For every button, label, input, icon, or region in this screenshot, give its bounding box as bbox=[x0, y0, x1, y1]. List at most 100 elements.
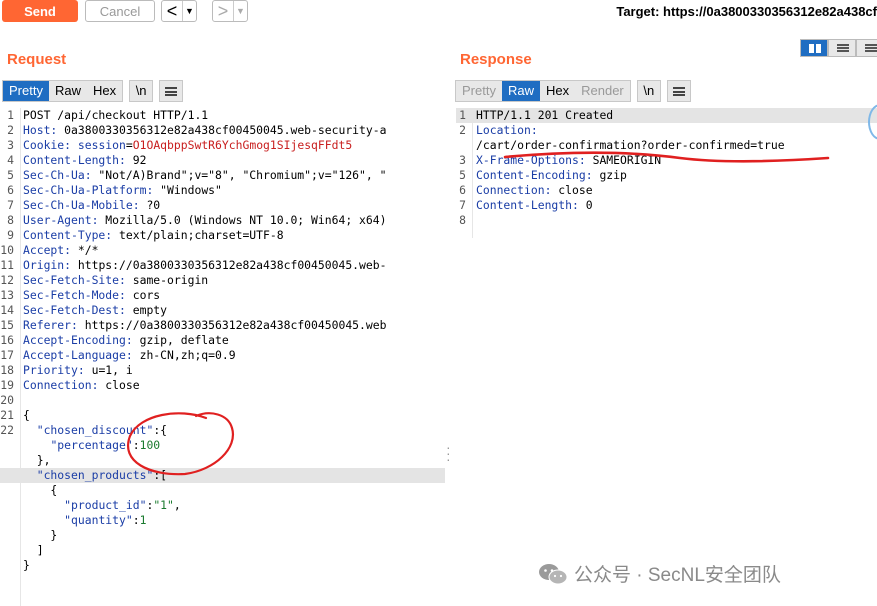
pane-resize-handle-icon[interactable]: · · · bbox=[446, 440, 451, 466]
line-text: X-Frame-Options: SAMEORIGIN bbox=[476, 153, 662, 167]
request-line: "percentage":100 bbox=[0, 438, 445, 453]
line-number: 3 bbox=[459, 153, 466, 167]
line-number: 17 bbox=[0, 348, 14, 362]
request-line: 18 Priority: u=1, i bbox=[0, 363, 445, 378]
line-number bbox=[0, 543, 20, 558]
line-number: 3 bbox=[7, 138, 14, 152]
line-number: 4 bbox=[7, 153, 14, 167]
pane-divider[interactable] bbox=[446, 105, 454, 606]
response-menu-button[interactable] bbox=[666, 80, 691, 102]
line-text: Accept: */* bbox=[23, 243, 99, 257]
back-dropdown-icon[interactable]: ▼ bbox=[182, 1, 196, 21]
watermark: 公众号 · SecNL安全团队 bbox=[538, 560, 781, 587]
request-line: "quantity":1 bbox=[0, 513, 445, 528]
line-number: 1 bbox=[459, 108, 466, 122]
line-number: 8 bbox=[7, 213, 14, 227]
request-line: 9 Content-Type: text/plain;charset=UTF-8 bbox=[0, 228, 445, 243]
line-text: Host: 0a3800330356312e82a438cf00450045.w… bbox=[23, 123, 387, 137]
send-button[interactable]: Send bbox=[2, 0, 78, 22]
line-text: { bbox=[23, 483, 58, 497]
response-line: 8 bbox=[456, 213, 877, 228]
target-url[interactable]: Target: https://0a3800330356312e82a438cf bbox=[616, 4, 877, 19]
line-text: } bbox=[23, 528, 58, 542]
request-line: 16 Accept-Encoding: gzip, deflate bbox=[0, 333, 445, 348]
line-text: Origin: https://0a3800330356312e82a438cf… bbox=[23, 258, 387, 272]
response-editor[interactable]: 1 HTTP/1.1 201 Created 2 Location:/cart/ord… bbox=[456, 108, 877, 228]
forward-arrow-icon[interactable]: > bbox=[213, 1, 233, 21]
request-line: 8 User-Agent: Mozilla/5.0 (Windows NT 10.… bbox=[0, 213, 445, 228]
cancel-button[interactable]: Cancel bbox=[85, 0, 155, 22]
line-text: Content-Type: text/plain;charset=UTF-8 bbox=[23, 228, 284, 242]
response-line: /cart/order-confirmation?order-confirmed… bbox=[456, 138, 877, 153]
request-line: "product_id":"1", bbox=[0, 498, 445, 513]
line-number: 12 bbox=[0, 273, 14, 287]
line-number: 15 bbox=[0, 318, 14, 332]
line-text: ] bbox=[23, 543, 44, 557]
request-line: 2 Host: 0a3800330356312e82a438cf00450045.… bbox=[0, 123, 445, 138]
line-number bbox=[0, 513, 20, 528]
line-text: /cart/order-confirmation?order-confirmed… bbox=[476, 138, 785, 152]
request-line: 4 Content-Length: 92 bbox=[0, 153, 445, 168]
wechat-icon bbox=[539, 563, 568, 584]
back-arrow-icon[interactable]: < bbox=[162, 1, 182, 21]
request-line: "chosen_products":[ bbox=[0, 468, 445, 483]
request-menu-button[interactable] bbox=[159, 80, 184, 102]
menu-icon bbox=[672, 87, 685, 96]
request-line: 19 Connection: close bbox=[0, 378, 445, 393]
line-text: Location: bbox=[476, 123, 538, 137]
response-tab-raw[interactable]: Raw bbox=[501, 81, 540, 101]
line-number bbox=[0, 483, 20, 498]
request-line: 22 "chosen_discount":{ bbox=[0, 423, 445, 438]
line-text: "product_id":"1", bbox=[64, 498, 181, 512]
request-line: 6 Sec-Ch-Ua-Platform: "Windows" bbox=[0, 183, 445, 198]
line-text: Priority: u=1, i bbox=[23, 363, 133, 377]
response-line: 3 X-Frame-Options: SAMEORIGIN bbox=[456, 153, 877, 168]
line-number: 7 bbox=[459, 198, 466, 212]
request-line: 14 Sec-Fetch-Dest: empty bbox=[0, 303, 445, 318]
response-tab-render[interactable]: Render bbox=[575, 81, 630, 101]
stacked-layout-icon[interactable] bbox=[828, 39, 856, 57]
request-editor[interactable]: 1 POST /api/checkout HTTP/1.1 2 Host: 0a380… bbox=[0, 108, 445, 573]
request-line: 20 bbox=[0, 393, 445, 408]
line-number: 22 bbox=[0, 423, 14, 437]
line-text: Connection: close bbox=[476, 183, 593, 197]
line-text bbox=[20, 393, 445, 408]
line-number bbox=[0, 438, 20, 453]
line-number: 7 bbox=[7, 198, 14, 212]
line-text: Sec-Fetch-Mode: cors bbox=[23, 288, 161, 302]
line-text: POST /api/checkout HTTP/1.1 bbox=[23, 108, 209, 122]
forward-dropdown-icon[interactable]: ▼ bbox=[233, 1, 247, 21]
line-number bbox=[0, 558, 20, 573]
line-number: 10 bbox=[0, 243, 14, 257]
request-line: } bbox=[0, 528, 445, 543]
history-back-group[interactable]: < ▼ bbox=[161, 0, 197, 22]
line-number: 9 bbox=[7, 228, 14, 242]
request-tab-pretty[interactable]: Pretty bbox=[3, 81, 49, 101]
request-line: { bbox=[0, 483, 445, 498]
line-text: Accept-Language: zh-CN,zh;q=0.9 bbox=[23, 348, 236, 362]
single-view-layout-icon[interactable] bbox=[856, 39, 877, 57]
request-line: 13 Sec-Fetch-Mode: cors bbox=[0, 288, 445, 303]
request-line: 15 Referer: https://0a3800330356312e82a43… bbox=[0, 318, 445, 333]
side-by-side-layout-icon[interactable] bbox=[800, 39, 828, 57]
response-line: 6 Connection: close bbox=[456, 183, 877, 198]
line-text: Content-Length: 92 bbox=[23, 153, 147, 167]
line-number: 2 bbox=[7, 123, 14, 137]
request-tab-hex[interactable]: Hex bbox=[87, 81, 122, 101]
response-tab-pretty[interactable]: Pretty bbox=[456, 81, 502, 101]
request-line: } bbox=[0, 558, 445, 573]
line-number: 11 bbox=[0, 258, 14, 272]
request-tab-raw[interactable]: Raw bbox=[49, 81, 87, 101]
line-text: { bbox=[23, 408, 30, 422]
line-number: 16 bbox=[0, 333, 14, 347]
history-forward-group[interactable]: > ▼ bbox=[212, 0, 248, 22]
request-line: 5 Sec-Ch-Ua: "Not/A)Brand";v="8", "Chromi… bbox=[0, 168, 445, 183]
line-text bbox=[472, 213, 877, 228]
response-newline-toggle[interactable]: \n bbox=[636, 80, 661, 102]
response-tab-hex[interactable]: Hex bbox=[540, 81, 575, 101]
layout-toggle bbox=[800, 39, 877, 57]
line-text: }, bbox=[23, 453, 51, 467]
line-number: 13 bbox=[0, 288, 14, 302]
line-text: Sec-Fetch-Dest: empty bbox=[23, 303, 168, 317]
request-newline-toggle[interactable]: \n bbox=[129, 80, 154, 102]
